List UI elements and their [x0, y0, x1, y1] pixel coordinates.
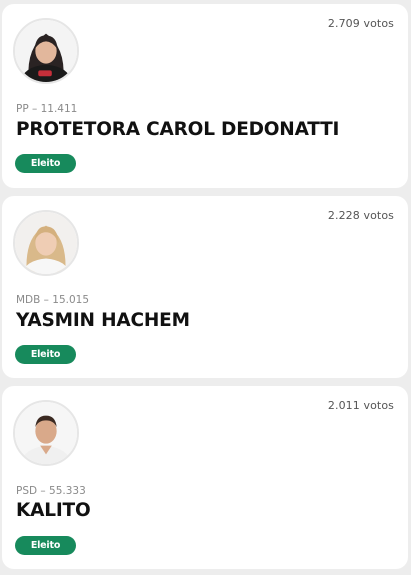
- elected-badge: Eleito: [15, 345, 76, 364]
- vote-count: 2.709 votos: [327, 17, 394, 30]
- vote-count: 2.011 votos: [327, 399, 394, 412]
- party-number: MDB – 15.015: [16, 294, 90, 306]
- elected-badge: Eleito: [15, 154, 76, 173]
- candidate-card[interactable]: 2.228 votos MDB – 15.015 YASMIN HACHEM E…: [2, 196, 408, 378]
- party-number: PP – 11.411: [16, 103, 78, 115]
- candidate-avatar: [13, 400, 79, 466]
- candidate-avatar: [13, 210, 79, 276]
- vote-count: 2.228 votos: [327, 209, 394, 222]
- candidate-avatar: [13, 18, 79, 84]
- candidate-photo-icon: [15, 212, 77, 274]
- elected-badge: Eleito: [15, 536, 76, 555]
- party-number: PSD – 55.333: [16, 485, 86, 497]
- candidate-card[interactable]: 2.011 votos PSD – 55.333 KALITO Eleito: [2, 386, 408, 569]
- candidate-name: PROTETORA CAROL DEDONATTI: [16, 119, 340, 140]
- candidate-photo-icon: [15, 402, 77, 464]
- candidate-photo-icon: [15, 20, 77, 82]
- candidate-card[interactable]: 2.709 votos PP – 11.411 PROTETORA CAROL …: [2, 4, 408, 188]
- candidate-name: KALITO: [16, 500, 91, 521]
- candidate-name: YASMIN HACHEM: [16, 310, 190, 331]
